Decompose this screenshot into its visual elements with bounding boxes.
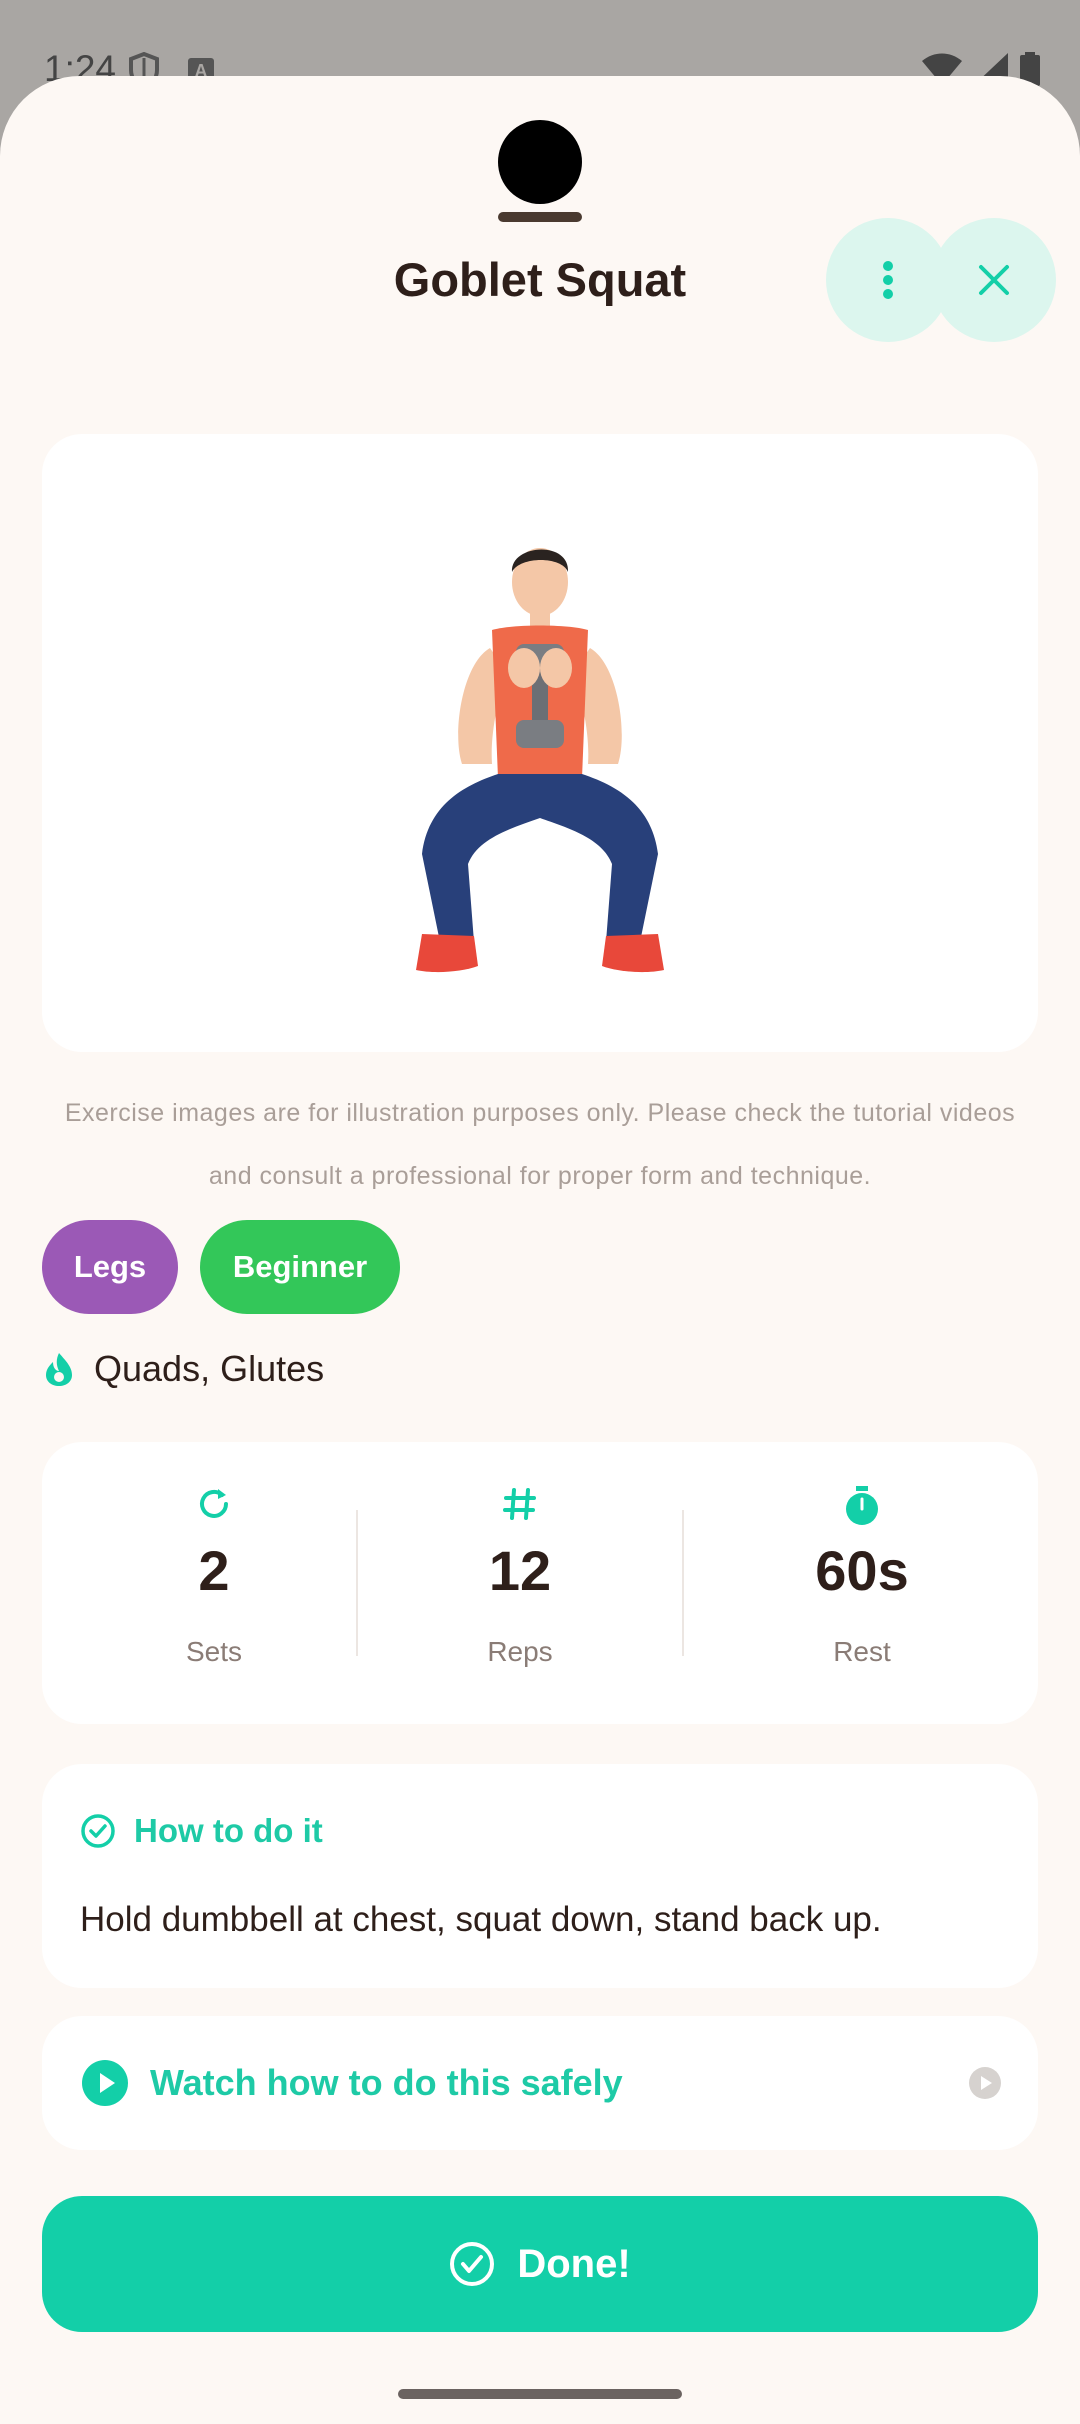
level-chip: Beginner (200, 1220, 400, 1314)
stat-rest-label: Rest (833, 1636, 891, 1667)
more-vert-icon (883, 261, 893, 299)
stat-reps-label: Reps (487, 1636, 553, 1667)
done-button[interactable]: Done! (42, 2196, 1038, 2332)
stats-card: 2 Sets 12 Reps 60s Rest (42, 1442, 1038, 1724)
refresh-icon (200, 1489, 228, 1518)
how-to-heading-label: How to do it (134, 1812, 323, 1849)
camera-cutout (498, 120, 582, 204)
disclaimer-text: Exercise images are for illustration pur… (64, 1099, 1016, 1190)
check-circle-icon (81, 1814, 115, 1848)
stat-reps-value: 12 (488, 1539, 552, 1602)
stat-divider (356, 1510, 358, 1656)
drag-handle[interactable] (498, 212, 582, 222)
how-to-card: How to do it Hold dumbbell at chest, squ… (42, 1764, 1038, 1988)
hash-icon (503, 1488, 536, 1520)
home-indicator[interactable] (398, 2389, 682, 2399)
stat-reps: 12 Reps (370, 1442, 670, 1724)
play-circle-icon (82, 2060, 128, 2106)
bottom-sheet: Goblet Squat Exercise images are for ill… (0, 76, 1080, 2424)
stat-sets: 2 Sets (64, 1442, 364, 1724)
watch-video-link[interactable]: Watch how to do this safely (82, 2016, 623, 2150)
target-muscles: Quads, Glutes (44, 1348, 324, 1390)
check-circle-icon (450, 2242, 495, 2286)
exercise-image-card (42, 434, 1038, 1052)
watch-video-label: Watch how to do this safely (150, 2062, 623, 2103)
close-button[interactable] (932, 218, 1056, 342)
stat-sets-value: 2 (198, 1539, 230, 1602)
stat-divider (682, 1510, 684, 1656)
how-to-heading: How to do it (80, 1812, 323, 1850)
stat-rest: 60s Rest (712, 1442, 1012, 1724)
stat-rest-value: 60s (815, 1539, 909, 1602)
flame-icon (46, 1353, 72, 1386)
how-to-text: Hold dumbbell at chest, squat down, stan… (80, 1900, 882, 1939)
close-icon (979, 265, 1009, 295)
play-small-icon (969, 2067, 1001, 2099)
exercise-illustration (416, 548, 664, 973)
category-chip: Legs (42, 1220, 178, 1314)
timer-icon (846, 1486, 878, 1525)
done-label: Done! (517, 2241, 631, 2286)
stat-sets-label: Sets (185, 1636, 243, 1667)
watch-video-card[interactable]: Watch how to do this safely (42, 2016, 1038, 2150)
target-muscles-label: Quads, Glutes (94, 1348, 325, 1389)
